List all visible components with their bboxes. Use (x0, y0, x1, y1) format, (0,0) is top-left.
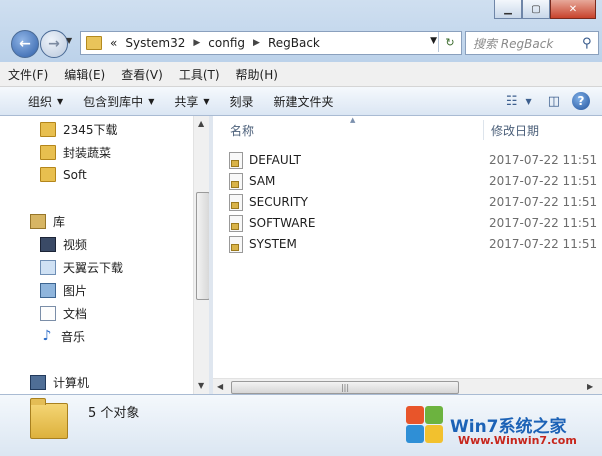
file-row-sam[interactable]: SAM 2017-07-22 11:51 (229, 171, 602, 191)
menu-edit[interactable]: 编辑(E) (56, 66, 113, 83)
nav-item-libraries[interactable]: 库 (30, 213, 65, 230)
preview-pane-icon[interactable]: ◫ (548, 94, 560, 109)
search-icon[interactable]: ⚲ (582, 36, 598, 51)
help-icon[interactable]: ? (572, 92, 590, 110)
file-icon (229, 235, 243, 253)
file-list: ▲ 名称 修改日期 DEFAULT 2017-07-22 11:51 SAM 201… (213, 116, 602, 378)
file-icon (229, 172, 243, 190)
sort-indicator-icon: ▲ (350, 116, 356, 124)
folder-icon (40, 167, 56, 182)
item-count: 5 个对象 (88, 406, 140, 421)
scroll-down-arrow[interactable]: ▼ (198, 381, 204, 390)
view-options-icon[interactable]: ☷ (506, 94, 518, 109)
nav-item-documents[interactable]: 文档 (40, 305, 87, 322)
nav-item-tianyi-downloads[interactable]: 天翼云下载 (40, 259, 123, 276)
command-bar: 组织 ▼ 包含到库中 ▼ 共享 ▼ 刻录 新建文件夹 ☷ ▼ ◫ ? (0, 87, 602, 116)
music-note-icon: ♪ (42, 328, 52, 344)
new-folder-button[interactable]: 新建文件夹 (264, 93, 344, 110)
breadcrumb-overflow[interactable]: « (110, 36, 117, 50)
file-icon (229, 193, 243, 211)
view-dropdown-icon[interactable]: ▼ (526, 97, 532, 106)
chevron-down-icon: ▼ (148, 96, 155, 106)
breadcrumb-config[interactable]: config ▶ (208, 36, 260, 50)
share-button[interactable]: 共享 ▼ (164, 93, 219, 110)
window-controls: ▁ ▢ ✕ (494, 0, 596, 19)
nav-item-2345-downloads[interactable]: 2345下载 (40, 121, 118, 138)
minimize-button[interactable]: ▁ (494, 0, 522, 19)
organize-button[interactable]: 组织 ▼ (18, 93, 73, 110)
menu-bar: 文件(F) 编辑(E) 查看(V) 工具(T) 帮助(H) (0, 62, 602, 87)
file-list-horizontal-scrollbar[interactable]: ◀ ||| ▶ (213, 378, 602, 395)
folder-icon (40, 145, 56, 160)
download-library-icon (40, 260, 56, 275)
document-icon (40, 306, 56, 321)
scroll-left-arrow[interactable]: ◀ (217, 382, 223, 391)
column-header-modified[interactable]: 修改日期 (491, 122, 539, 139)
nav-pane-scrollbar[interactable]: ▲ ▼ (193, 116, 210, 394)
file-row-software[interactable]: SOFTWARE 2017-07-22 11:51 (229, 213, 602, 233)
folder-icon (40, 122, 56, 137)
nav-item-fengzhuang[interactable]: 封装蔬菜 (40, 144, 111, 161)
nav-item-pictures[interactable]: 图片 (40, 282, 87, 299)
close-button[interactable]: ✕ (550, 0, 596, 19)
navigation-pane: 2345下载 封装蔬菜 Soft 库 视频 天翼云下载 图片 文档 ♪ 音乐 计算… (0, 116, 193, 394)
view-controls: ☷ ▼ ◫ ? (498, 87, 602, 115)
file-row-system[interactable]: SYSTEM 2017-07-22 11:51 (229, 234, 602, 254)
library-icon (30, 214, 46, 229)
video-icon (40, 237, 56, 252)
file-icon (229, 151, 243, 169)
arrow-left-icon: ← (19, 36, 31, 52)
forward-button[interactable]: → (40, 30, 68, 58)
search-placeholder: 搜索 RegBack (473, 36, 554, 51)
breadcrumb-system32[interactable]: System32 ▶ (125, 36, 200, 50)
chevron-right-icon[interactable]: ▶ (193, 38, 200, 48)
nav-item-videos[interactable]: 视频 (40, 236, 87, 253)
arrow-right-icon: → (48, 36, 60, 52)
scrollbar-thumb[interactable] (196, 192, 210, 300)
menu-tools[interactable]: 工具(T) (171, 66, 228, 83)
chevron-down-icon: ▼ (57, 96, 64, 106)
pictures-icon (40, 283, 56, 298)
file-row-security[interactable]: SECURITY 2017-07-22 11:51 (229, 192, 602, 212)
burn-button[interactable]: 刻录 (220, 93, 264, 110)
windows-logo-icon (404, 404, 444, 444)
column-header-name[interactable]: 名称 (230, 122, 254, 139)
chevron-down-icon: ▼ (203, 96, 210, 106)
back-button[interactable]: ← (11, 30, 39, 58)
search-input[interactable]: 搜索 RegBack ⚲ (465, 31, 599, 55)
watermark-url: Www.Winwin7.com (458, 434, 577, 447)
refresh-button[interactable]: ↻ (438, 32, 461, 52)
breadcrumb-regback[interactable]: RegBack (268, 36, 320, 50)
computer-icon (30, 375, 46, 390)
chevron-right-icon[interactable]: ▶ (253, 38, 260, 48)
address-bar[interactable]: « System32 ▶ config ▶ RegBack ▼ ↻ (80, 31, 462, 55)
folder-icon (30, 398, 68, 439)
column-divider[interactable] (483, 120, 484, 140)
nav-item-music[interactable]: ♪ 音乐 (40, 328, 85, 345)
recent-pages-dropdown[interactable]: ▼ (66, 36, 72, 45)
file-row-default[interactable]: DEFAULT 2017-07-22 11:51 (229, 150, 602, 170)
watermark-title: Win7系统之家 (450, 416, 567, 437)
scroll-up-arrow[interactable]: ▲ (198, 119, 204, 128)
nav-item-computer[interactable]: 计算机 (30, 374, 89, 391)
nav-item-soft[interactable]: Soft (40, 167, 87, 182)
scrollbar-thumb[interactable]: ||| (231, 381, 459, 394)
folder-icon (86, 36, 102, 50)
include-in-library-button[interactable]: 包含到库中 ▼ (73, 93, 164, 110)
address-history-dropdown[interactable]: ▼ (430, 36, 437, 46)
maximize-button[interactable]: ▢ (522, 0, 550, 19)
menu-file[interactable]: 文件(F) (0, 66, 56, 83)
menu-view[interactable]: 查看(V) (113, 66, 171, 83)
scroll-right-arrow[interactable]: ▶ (587, 382, 593, 391)
refresh-icon: ↻ (445, 35, 455, 49)
file-icon (229, 214, 243, 232)
menu-help[interactable]: 帮助(H) (228, 66, 286, 83)
